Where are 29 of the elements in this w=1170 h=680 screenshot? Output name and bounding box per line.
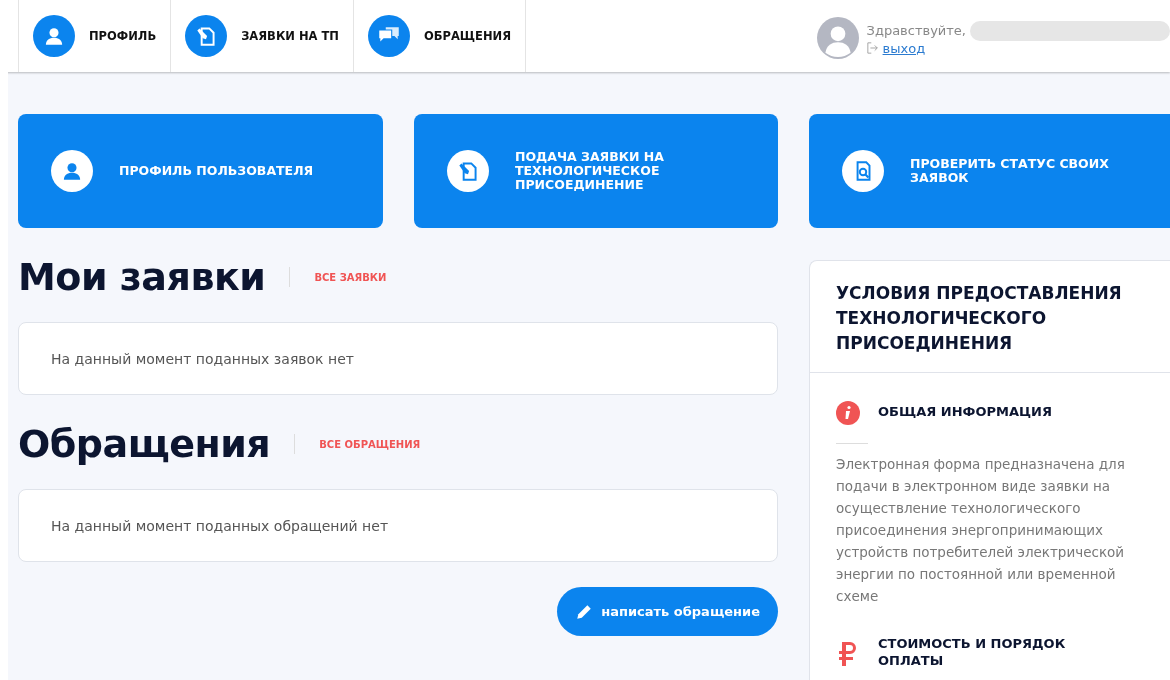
panel-title: УСЛОВИЯ ПРЕДОСТАВЛЕНИЯ ТЕХНОЛОГИЧЕСКОГО ПРИСОЕДИНЕНИЯ [836, 282, 1123, 355]
document-pencil-icon [185, 15, 228, 57]
action-tile[interactable]: ПОДАЧА ЗАЯВКИ НА ТЕХНОЛОГИЧЕСКОЕ ПРИСОЕДИНЕНИЕ [414, 114, 778, 228]
logout-link[interactable]: выход [882, 40, 926, 56]
info-icon [836, 399, 860, 423]
nav-link[interactable]: ОБРАЩЕНИЯ [423, 29, 511, 43]
person-icon [33, 15, 75, 57]
all-link[interactable]: ВСЕ ЗАЯВКИ [314, 271, 387, 283]
nav-link[interactable]: ЗАЯВКИ НА ТП [241, 29, 339, 43]
action-tile[interactable]: ПРОФИЛЬ ПОЛЬЗОВАТЕЛЯ [18, 114, 383, 228]
block-heading: ОБЩАЯ ИНФОРМАЦИЯ [878, 402, 1052, 420]
avatar-icon [816, 17, 859, 59]
chat-bubbles-icon [367, 15, 410, 57]
info-paragraph: Электронная форма предназначена для подачи в электронном виде заявки на осуществление технологического присоединения энергопринимающих устройств потребителей электрической энергии по постоянной или временной схеме [836, 455, 1126, 606]
logout-icon [866, 42, 879, 54]
block-heading: СТОИМОСТЬ И ПОРЯДОК ОПЛАТЫ [878, 635, 1067, 669]
all-link[interactable]: ВСЕ ОБРАЩЕНИЯ [319, 438, 421, 450]
nav-link[interactable]: ПРОФИЛЬ [89, 29, 157, 43]
document-magnifier-icon [842, 150, 884, 192]
document-pencil-icon [447, 150, 489, 192]
person-icon [51, 150, 93, 192]
action-tile[interactable]: ПРОВЕРИТЬ СТАТУС СВОИХ ЗАЯВОК [809, 114, 1170, 228]
greeting-text: Здравствуйте, [866, 23, 966, 38]
section-heading: Обращения [18, 422, 271, 466]
empty-message: На данный момент поданных заявок нет [51, 350, 354, 367]
write-message-button[interactable]: написать обращение [557, 587, 778, 636]
pencil-icon [575, 602, 594, 621]
empty-message: На данный момент поданных обращений нет [51, 517, 389, 534]
section-heading: Мои заявки [18, 255, 266, 299]
